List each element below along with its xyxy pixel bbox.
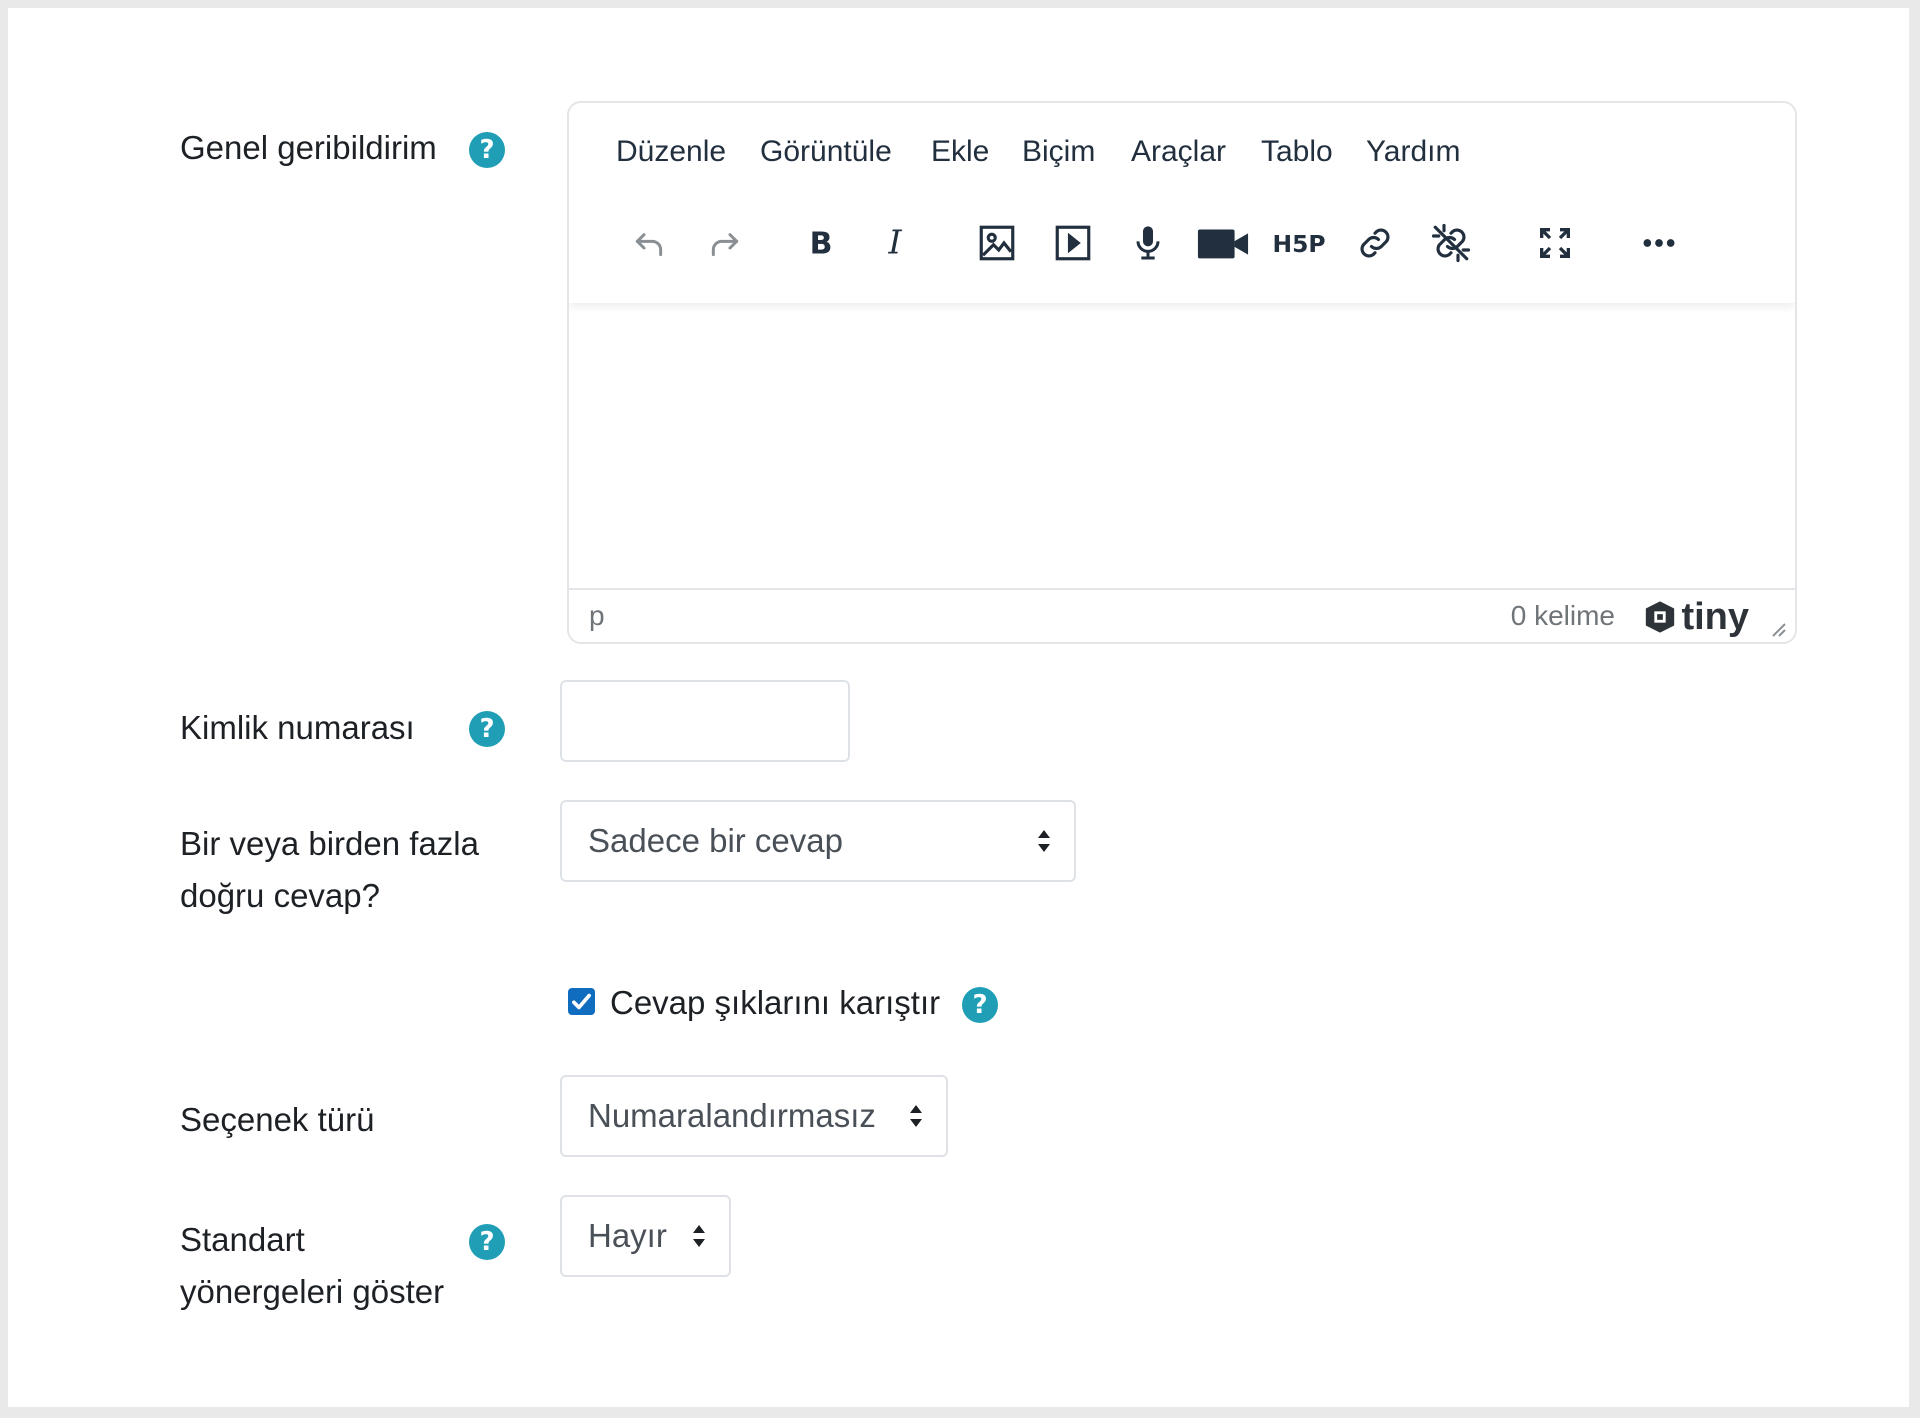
menu-insert[interactable]: Ekle <box>931 130 989 174</box>
redo-icon[interactable] <box>695 213 755 273</box>
help-icon[interactable]: ? <box>469 1224 505 1260</box>
resize-handle-icon[interactable] <box>1767 618 1787 638</box>
media-icon[interactable] <box>1043 213 1103 273</box>
fullscreen-icon[interactable] <box>1525 213 1585 273</box>
checkmark-icon <box>572 993 591 1010</box>
menu-edit[interactable]: Düzenle <box>616 130 726 174</box>
show-instructions-label: Standart yönergeleri göster <box>180 1221 445 1310</box>
select-caret-icon <box>693 1225 705 1247</box>
numbering-label: Seçenek türü <box>180 1101 375 1138</box>
video-camera-icon[interactable] <box>1193 213 1253 273</box>
help-icon[interactable]: ? <box>962 987 998 1023</box>
image-icon[interactable] <box>967 213 1027 273</box>
id-number-label: Kimlik numarası <box>180 709 415 746</box>
general-feedback-label: Genel geribildirim <box>180 129 437 166</box>
bold-icon[interactable]: B <box>791 213 851 273</box>
svg-text:I: I <box>887 223 902 262</box>
select-caret-icon <box>1038 830 1050 852</box>
menu-format[interactable]: Biçim <box>1022 130 1095 174</box>
menu-table[interactable]: Tablo <box>1261 130 1333 174</box>
shuffle-checkbox[interactable] <box>568 988 595 1015</box>
editor-header: Düzenle Görüntüle Ekle Biçim Araçlar Tab… <box>569 103 1795 303</box>
tiny-brand: tiny <box>1681 596 1749 638</box>
select-caret-icon <box>910 1105 922 1127</box>
microphone-icon[interactable] <box>1118 213 1178 273</box>
h5p-icon[interactable]: H5P <box>1269 213 1329 273</box>
tiny-logo[interactable]: tiny <box>1643 596 1749 638</box>
id-number-input[interactable] <box>560 680 850 762</box>
single-answer-select[interactable]: Sadece bir cevap <box>560 800 1076 882</box>
rich-text-editor: Düzenle Görüntüle Ekle Biçim Araçlar Tab… <box>567 101 1797 644</box>
show-instructions-select[interactable]: Hayır <box>560 1195 731 1277</box>
help-icon[interactable]: ? <box>469 711 505 747</box>
editor-statusbar: p 0 kelime tiny <box>569 588 1795 642</box>
more-icon[interactable] <box>1629 213 1689 273</box>
numbering-select[interactable]: Numaralandırmasız <box>560 1075 948 1157</box>
form-panel: Genel geribildirim ? Düzenle Görüntüle E… <box>8 8 1909 1407</box>
element-path[interactable]: p <box>589 600 605 632</box>
shuffle-label[interactable]: Cevap şıklarını karıştır <box>610 978 940 1028</box>
menu-help[interactable]: Yardım <box>1366 130 1460 174</box>
menu-view[interactable]: Görüntüle <box>760 130 892 174</box>
show-instructions-value: Hayır <box>588 1217 667 1254</box>
unlink-icon[interactable] <box>1421 213 1481 273</box>
editor-content-area[interactable] <box>569 303 1795 588</box>
svg-text:H5P: H5P <box>1273 230 1326 258</box>
menu-tools[interactable]: Araçlar <box>1131 130 1226 174</box>
italic-icon[interactable]: I <box>865 213 925 273</box>
help-icon[interactable]: ? <box>469 132 505 168</box>
single-answer-label: Bir veya birden fazla doğru cevap? <box>180 825 479 914</box>
word-count[interactable]: 0 kelime <box>1511 600 1615 632</box>
undo-icon[interactable] <box>619 213 679 273</box>
svg-text:B: B <box>810 227 833 262</box>
tiny-logo-icon <box>1646 601 1675 633</box>
single-answer-value: Sadece bir cevap <box>588 822 843 859</box>
numbering-value: Numaralandırmasız <box>588 1097 876 1134</box>
link-icon[interactable] <box>1345 213 1405 273</box>
